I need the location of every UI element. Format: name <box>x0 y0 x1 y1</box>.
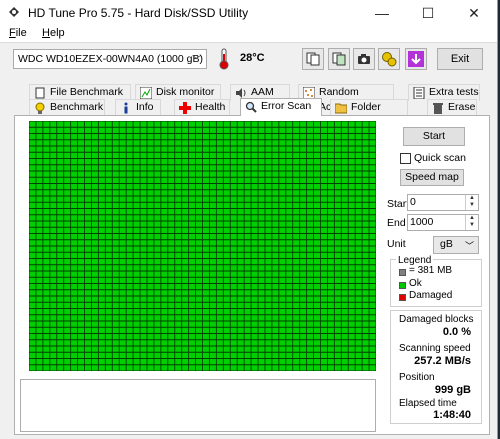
scan-notes-area <box>20 379 376 432</box>
speed-map-button[interactable]: Speed map <box>400 169 464 186</box>
legend-damaged: Damaged <box>409 290 453 301</box>
quick-scan-label: Quick scan <box>414 152 466 164</box>
menu-file[interactable]: File <box>9 27 27 39</box>
menu-file-mnemonic: F <box>9 27 16 39</box>
tab-health[interactable]: Health <box>174 99 230 116</box>
exit-button[interactable]: Exit <box>437 48 483 70</box>
tab-error-scan-label: Error Scan <box>261 100 312 112</box>
menu-file-label: ile <box>15 27 27 39</box>
file-icon <box>35 87 45 99</box>
start-input[interactable]: 0 ▲ ▼ <box>407 194 479 211</box>
tab-extra-tests-label: Extra tests <box>429 86 479 98</box>
trash-icon <box>433 103 443 114</box>
menu-help-label: elp <box>49 27 65 39</box>
folder-icon <box>335 103 347 114</box>
minimize-button[interactable]: — <box>359 0 405 26</box>
menu-bar: File Help <box>0 26 497 43</box>
start-spinner-icon[interactable]: ▲ ▼ <box>465 195 478 210</box>
lightbulb-icon <box>35 102 45 114</box>
tab-health-label: Health <box>195 101 226 113</box>
tab-erase-label: Erase <box>448 101 476 113</box>
menu-help-mnemonic: H <box>42 27 50 39</box>
minimize-icon: — <box>375 5 389 21</box>
scan-grid <box>29 121 376 371</box>
start-button[interactable]: Start <box>403 127 465 146</box>
end-field-label: End <box>387 217 406 229</box>
drive-select-value: WDC WD10EZEX-00WN4A0 (1000 gB) <box>18 53 203 65</box>
scan-grid-lines <box>29 121 376 371</box>
tab-error-scan[interactable]: Error Scan <box>240 98 322 116</box>
hdtune-app-icon <box>9 7 19 17</box>
unit-select[interactable]: gB ﹀ <box>433 236 479 254</box>
legend-ok: Ok <box>409 278 422 289</box>
position-value: 999 gB <box>434 384 471 396</box>
tab-benchmark[interactable]: Benchmark <box>29 99 105 116</box>
app-window: HD Tune Pro 5.75 - Hard Disk/SSD Utility… <box>0 0 498 439</box>
close-icon: ✕ <box>468 4 480 21</box>
camera-icon <box>358 54 370 64</box>
scan-block-map <box>29 121 376 371</box>
quick-scan-checkbox[interactable] <box>400 153 411 164</box>
copy-graph-icon <box>332 52 346 66</box>
end-spinner-icon[interactable]: ▲ ▼ <box>465 215 478 230</box>
options-gear-icon <box>382 52 397 67</box>
tab-info[interactable]: Info <box>115 99 161 116</box>
thermometer-icon <box>219 48 229 70</box>
scanning-speed-label: Scanning speed <box>399 343 471 354</box>
tab-aam-label: AAM <box>251 86 274 98</box>
save-download-button[interactable] <box>405 48 427 70</box>
start-input-value: 0 <box>410 196 416 208</box>
monitor-chart-icon <box>140 87 152 99</box>
position-label: Position <box>399 372 435 383</box>
copy-screenshot-button[interactable] <box>328 48 350 70</box>
tab-disk-monitor-label: Disk monitor <box>156 86 215 98</box>
unit-select-value: gB <box>440 238 453 250</box>
magnifier-icon <box>245 101 257 113</box>
unit-label: Unit <box>387 238 406 250</box>
temperature-readout: 28°C <box>240 52 265 64</box>
download-arrow-icon <box>408 51 424 67</box>
legend-swatch-damaged <box>399 294 406 301</box>
end-input-value: 1000 <box>410 216 434 228</box>
copy-icon <box>306 52 320 66</box>
maximize-button[interactable]: ☐ <box>405 0 451 26</box>
screenshot-button[interactable] <box>353 48 375 70</box>
chevron-down-icon: ﹀ <box>191 55 201 65</box>
close-button[interactable]: ✕ <box>451 0 497 26</box>
chevron-down-icon: ﹀ <box>464 241 474 251</box>
tab-benchmark-label: Benchmark <box>50 101 104 113</box>
checklist-icon <box>413 87 425 99</box>
legend-swatch-ok <box>399 282 406 289</box>
title-bar: HD Tune Pro 5.75 - Hard Disk/SSD Utility… <box>0 0 497 26</box>
health-cross-icon <box>179 102 191 114</box>
damaged-blocks-value: 0.0 % <box>442 326 471 338</box>
damaged-blocks-label: Damaged blocks <box>399 314 474 325</box>
elapsed-time-label: Elapsed time <box>399 398 457 409</box>
info-icon <box>124 102 128 114</box>
elapsed-time-value: 1:48:40 <box>433 409 471 421</box>
tab-erase[interactable]: Erase <box>427 99 477 116</box>
scanning-speed-value: 257.2 MB/s <box>414 355 471 367</box>
maximize-icon: ☐ <box>421 4 435 21</box>
end-input[interactable]: 1000 ▲ ▼ <box>407 214 479 231</box>
window-title: HD Tune Pro 5.75 - Hard Disk/SSD Utility <box>28 6 249 20</box>
tab-file-benchmark-label: File Benchmark <box>50 86 123 98</box>
tab-folder-usage[interactable]: Folder Usage <box>330 99 408 128</box>
legend-block-size: = 381 MB <box>409 265 453 276</box>
tab-info-label: Info <box>136 101 154 113</box>
legend-swatch-block-size <box>399 269 406 276</box>
drive-select[interactable]: WDC WD10EZEX-00WN4A0 (1000 gB) ﹀ <box>13 49 207 69</box>
start-field-label: Start <box>387 198 410 210</box>
copy-info-button[interactable] <box>302 48 324 70</box>
options-button[interactable] <box>378 48 400 70</box>
menu-help[interactable]: Help <box>42 27 65 39</box>
